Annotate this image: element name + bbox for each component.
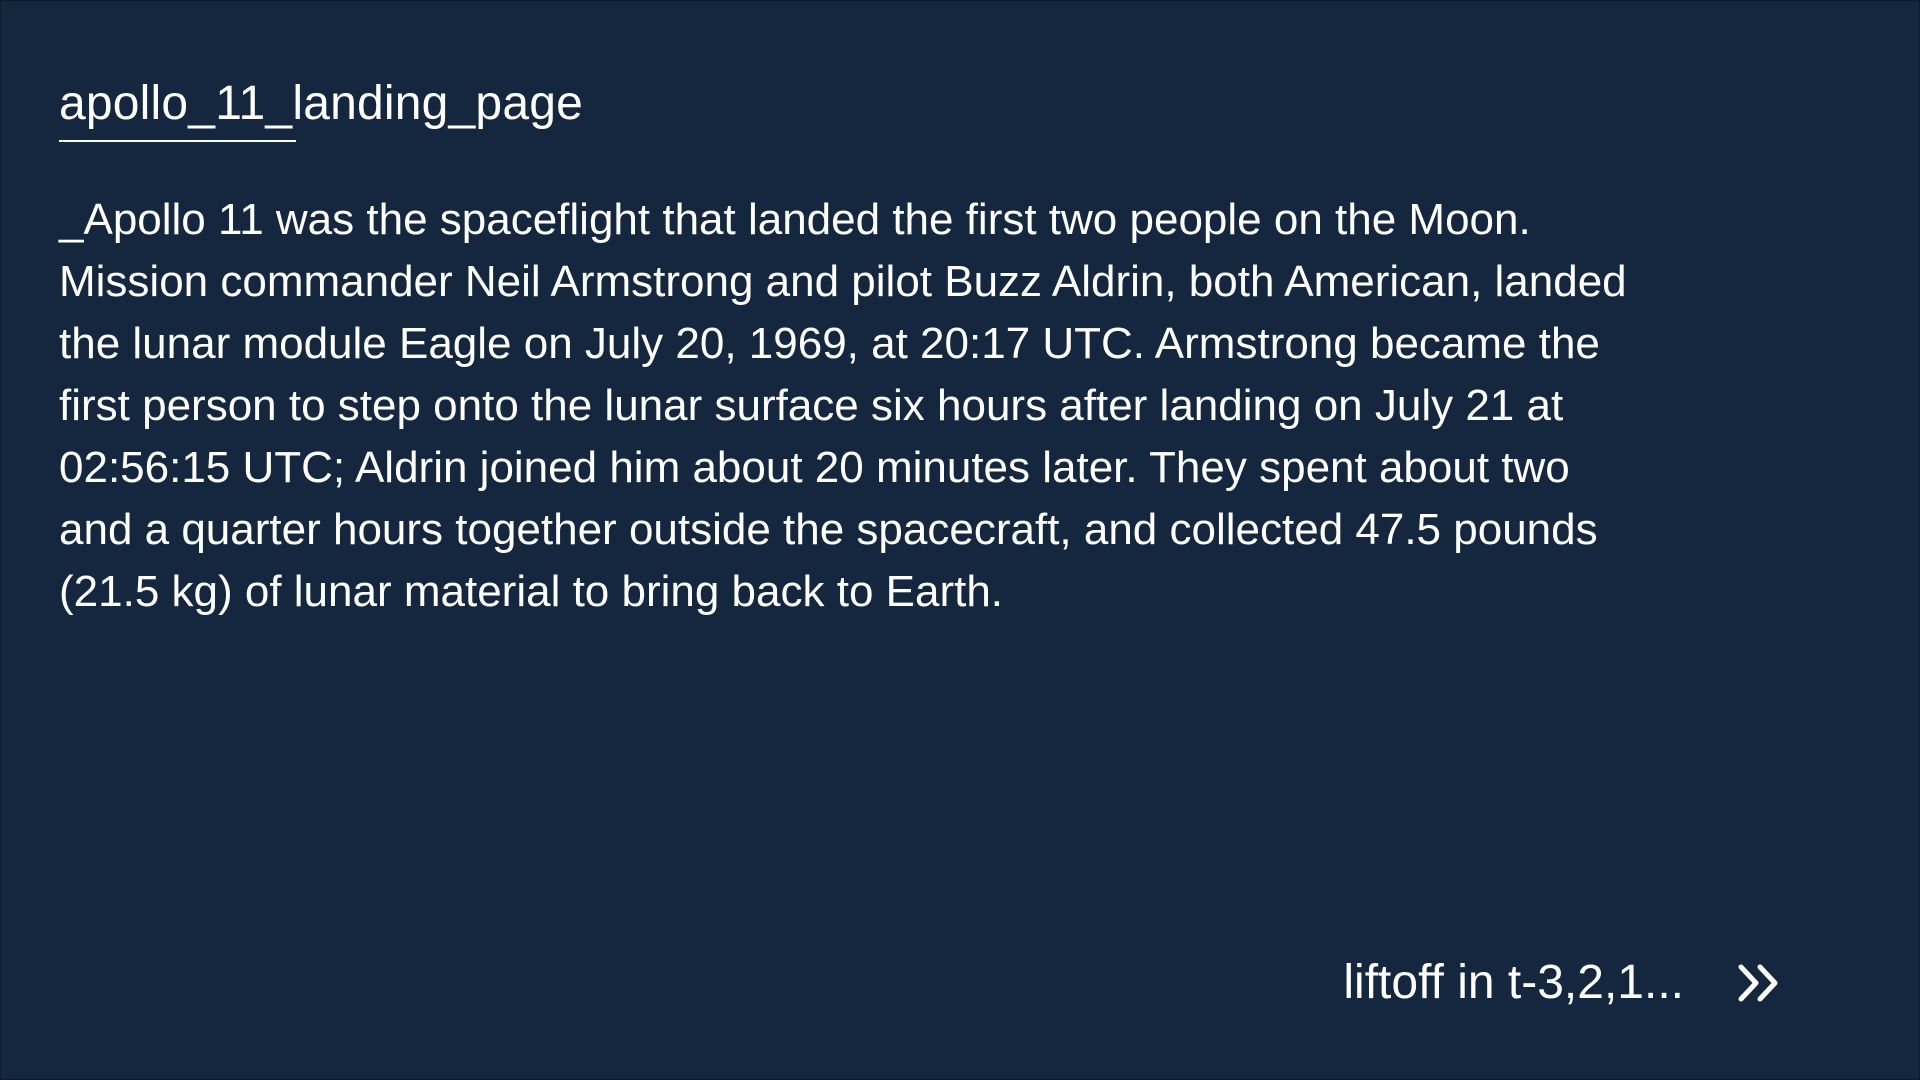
liftoff-label: liftoff in t-3,2,1... xyxy=(1343,956,1684,1009)
landing-page: apollo_11_landing_page _Apollo 11 was th… xyxy=(0,0,1920,1080)
liftoff-button[interactable]: liftoff in t-3,2,1... xyxy=(1343,954,1782,1012)
page-title: apollo_11_landing_page xyxy=(59,77,584,131)
apollo-11-summary: _Apollo 11 was the spaceflight that land… xyxy=(59,195,1627,616)
double-chevron-right-icon xyxy=(1738,964,1778,1002)
title-underline xyxy=(59,140,296,142)
